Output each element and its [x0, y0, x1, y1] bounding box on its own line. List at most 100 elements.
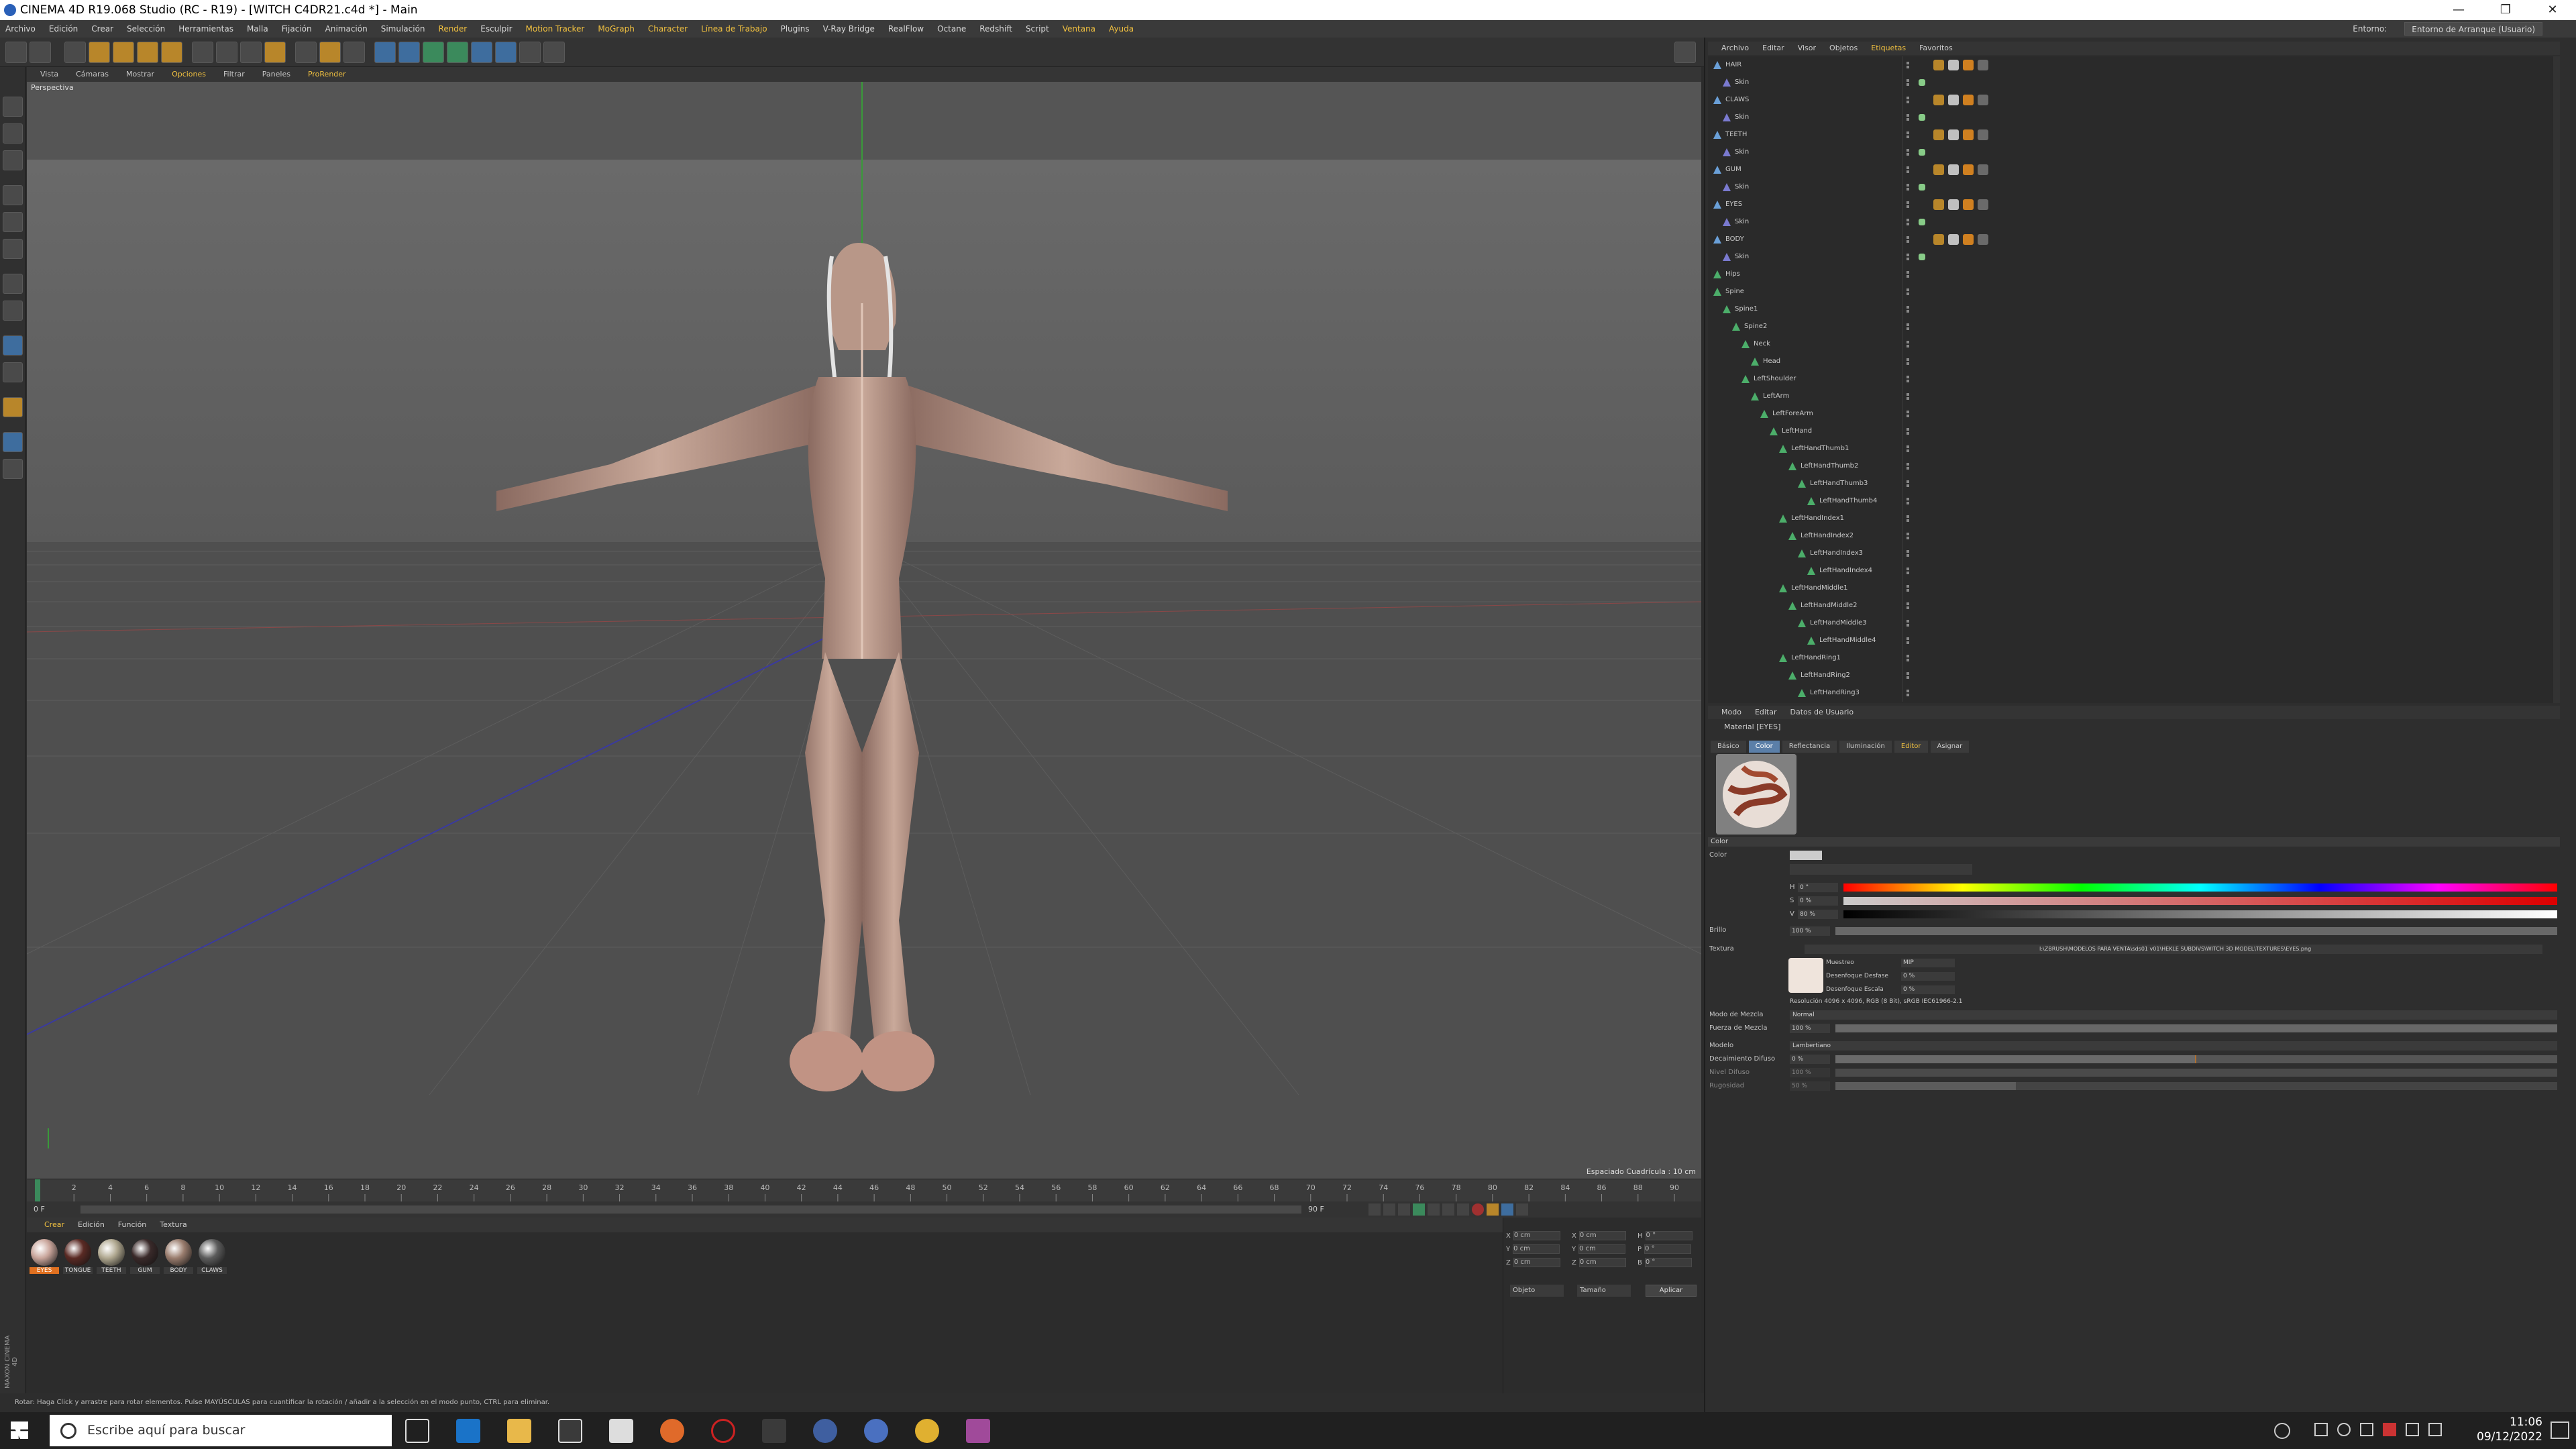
value-input[interactable]: 80 % [1798, 910, 1838, 919]
diffuse-level-input[interactable]: 100 % [1790, 1068, 1830, 1077]
blur-scale-input[interactable]: 0 % [1901, 985, 1955, 994]
check-icon[interactable] [1919, 79, 1925, 86]
saturation-slider[interactable] [1843, 897, 2557, 905]
light-icon[interactable] [543, 42, 565, 63]
viewport-canvas[interactable] [27, 82, 1701, 1179]
visibility-dots-icon[interactable] [1907, 463, 1916, 470]
material-tag-icon[interactable] [1978, 199, 1988, 210]
material-tag-icon[interactable] [1963, 199, 1974, 210]
k-app-icon[interactable] [762, 1419, 786, 1443]
object-row[interactable]: Skin [1708, 74, 2555, 91]
undo-icon[interactable] [5, 42, 27, 63]
tweak-mode-icon[interactable] [3, 362, 23, 382]
color-picker-icons[interactable] [1885, 864, 1972, 875]
material-claws[interactable]: CLAWS [197, 1239, 227, 1275]
blend-strength-input[interactable]: 100 % [1790, 1024, 1830, 1033]
close-button[interactable]: ✕ [2529, 0, 2576, 20]
material-tag-icon[interactable] [1933, 60, 1944, 70]
enable-axis-icon[interactable] [3, 335, 23, 356]
roughness-input[interactable]: 50 % [1790, 1081, 1830, 1091]
diffuse-falloff-slider[interactable] [1835, 1055, 2557, 1063]
layout-toggle-icon[interactable] [1674, 42, 1696, 63]
cloner-icon[interactable] [447, 42, 468, 63]
object-row[interactable]: HAIR [1708, 56, 2555, 74]
blur-offset-input[interactable]: 0 % [1901, 972, 1955, 981]
object-row[interactable]: LeftHandIndex2 [1708, 527, 2555, 545]
material-tag-icon[interactable] [1978, 164, 1988, 175]
network-icon[interactable] [2406, 1423, 2419, 1436]
object-menu-editar[interactable]: Editar [1762, 42, 1784, 55]
playhead[interactable] [35, 1179, 40, 1202]
antivirus-icon[interactable] [2383, 1423, 2396, 1436]
menu-simulacion[interactable]: Simulación [381, 20, 425, 38]
visibility-dots-icon[interactable] [1907, 288, 1916, 295]
coord-input[interactable]: 0 cm [1513, 1244, 1560, 1254]
keyboard-icon[interactable] [2428, 1423, 2442, 1436]
coord-input[interactable]: 0 cm [1513, 1231, 1560, 1240]
material-menu-textura[interactable]: Textura [160, 1218, 186, 1232]
visibility-dots-icon[interactable] [1907, 498, 1916, 504]
visibility-dots-icon[interactable] [1907, 533, 1916, 539]
goto-start-icon[interactable] [1368, 1203, 1381, 1216]
maximize-button[interactable]: ❐ [2482, 0, 2529, 20]
visibility-dots-icon[interactable] [1907, 184, 1916, 191]
check-icon[interactable] [1919, 184, 1925, 191]
brightness-slider[interactable] [1835, 927, 2557, 935]
app-w-icon[interactable] [864, 1419, 888, 1443]
coord-input[interactable]: 0 cm [1578, 1231, 1626, 1240]
prev-frame-icon[interactable] [1398, 1203, 1410, 1216]
visibility-dots-icon[interactable] [1907, 114, 1916, 121]
layout-selector[interactable]: Entorno: Entorno de Arranque (Usuario) [2353, 20, 2556, 38]
grid-icon[interactable] [3, 459, 23, 479]
visibility-dots-icon[interactable] [1907, 637, 1916, 644]
object-row[interactable]: Spine1 [1708, 301, 2555, 318]
chrome-icon[interactable] [915, 1419, 939, 1443]
object-row[interactable]: LeftHandMiddle4 [1708, 632, 2555, 649]
menu-edicion[interactable]: Edición [49, 20, 78, 38]
visibility-dots-icon[interactable] [1907, 79, 1916, 86]
visibility-dots-icon[interactable] [1907, 515, 1916, 522]
taskbar-search-box[interactable]: Escribe aquí para buscar [50, 1415, 392, 1446]
firefox-icon[interactable] [660, 1419, 684, 1443]
tab-asignar[interactable]: Asignar [1930, 741, 1970, 753]
diffuse-falloff-input[interactable]: 0 % [1790, 1055, 1830, 1064]
mail-icon[interactable] [609, 1419, 633, 1443]
next-frame-icon[interactable] [1428, 1203, 1440, 1216]
render-settings-icon[interactable] [343, 42, 365, 63]
coord-input[interactable]: 0 cm [1513, 1258, 1560, 1267]
visibility-dots-icon[interactable] [1907, 620, 1916, 627]
pen-spline-icon[interactable] [398, 42, 420, 63]
check-icon[interactable] [1919, 149, 1925, 156]
blend-mode-dropdown[interactable]: Normal [1790, 1010, 2557, 1020]
object-row[interactable]: Skin [1708, 144, 2555, 161]
attribute-menu-modo[interactable]: Modo [1721, 706, 1741, 719]
object-row[interactable]: LeftHandThumb2 [1708, 458, 2555, 475]
x-axis-icon[interactable] [192, 42, 213, 63]
volume-icon[interactable] [2360, 1423, 2373, 1436]
object-row[interactable]: LeftHandThumb1 [1708, 440, 2555, 458]
texture-thumbnail[interactable] [1788, 958, 1823, 993]
viewport-perspective[interactable]: Perspectiva Espaciado Cuadrícula : 10 cm [27, 82, 1701, 1179]
visibility-dots-icon[interactable] [1907, 480, 1916, 487]
menu-redshift[interactable]: Redshift [979, 20, 1012, 38]
y-axis-icon[interactable] [216, 42, 237, 63]
visibility-dots-icon[interactable] [1907, 306, 1916, 313]
menu-ventana[interactable]: Ventana [1063, 20, 1095, 38]
subdivision-icon[interactable] [423, 42, 444, 63]
roughness-slider[interactable] [1835, 1082, 2557, 1090]
blend-strength-slider[interactable] [1835, 1024, 2557, 1032]
points-mode-icon[interactable] [3, 185, 23, 205]
material-tag-icon[interactable] [1948, 95, 1959, 105]
visibility-dots-icon[interactable] [1907, 445, 1916, 452]
material-tag-icon[interactable] [1948, 60, 1959, 70]
material-tag-icon[interactable] [1933, 129, 1944, 140]
notifications-icon[interactable] [2551, 1421, 2569, 1439]
viewport-menu-prorender[interactable]: ProRender [308, 67, 346, 82]
timeline-ruler[interactable]: 0246810121416182022242628303234363840424… [27, 1179, 1701, 1202]
menu-character[interactable]: Character [648, 20, 688, 38]
chevron-up-icon[interactable] [2314, 1423, 2328, 1436]
object-row[interactable]: EYES [1708, 196, 2555, 213]
material-tag-icon[interactable] [1963, 129, 1974, 140]
object-row[interactable]: LeftHandIndex1 [1708, 510, 2555, 527]
object-row[interactable]: LeftHandIndex4 [1708, 562, 2555, 580]
